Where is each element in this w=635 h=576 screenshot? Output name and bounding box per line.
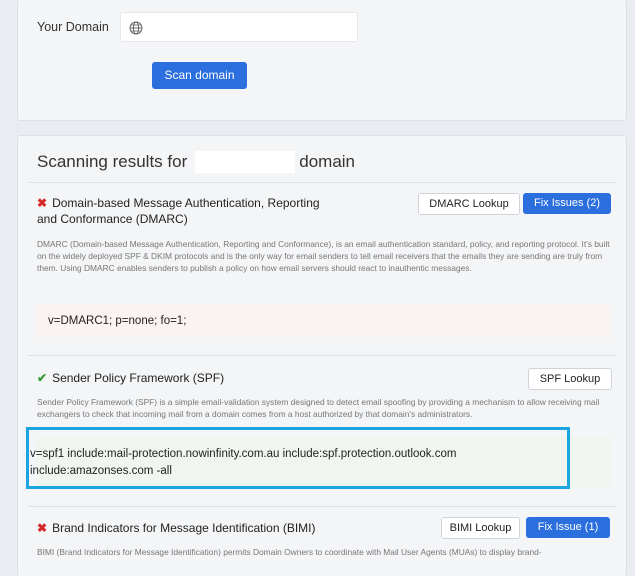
dmarc-fix-issues-button[interactable]: Fix Issues (2) [523,193,611,214]
spf-record-line-1: v=spf1 include:mail-protection.nowinfini… [30,448,457,460]
checkmark-icon: ✔ [37,371,48,385]
spf-record-line-2: include:amazonses.com -all [30,465,172,477]
divider [28,182,616,183]
scan-form-card: Your Domain Scan domain [17,0,627,121]
bimi-lookup-button[interactable]: BIMI Lookup [441,517,520,539]
spf-title: ✔ Sender Policy Framework (SPF) [37,371,225,385]
results-title: Scanning results for domain [37,151,355,173]
domain-input[interactable] [120,12,358,42]
results-card: Scanning results for domain ✖ Domain-base… [17,135,627,576]
dmarc-record: v=DMARC1; p=none; fo=1; [36,305,610,337]
divider [28,355,616,356]
spf-lookup-button[interactable]: SPF Lookup [528,368,612,390]
results-title-prefix: Scanning results for [37,152,188,171]
spf-record-box [36,437,610,487]
x-mark-icon: ✖ [37,196,48,210]
spf-description: Sender Policy Framework (SPF) is a simpl… [37,397,600,419]
bimi-title: ✖ Brand Indicators for Message Identifica… [37,521,316,535]
bimi-fix-issue-button[interactable]: Fix Issue (1) [526,517,610,538]
globe-icon [129,21,143,35]
scan-domain-button[interactable]: Scan domain [152,62,247,89]
divider [28,506,616,507]
dmarc-description: DMARC (Domain-based Message Authenticati… [37,239,610,273]
dmarc-title: ✖ Domain-based Message Authentication, Re… [37,196,320,226]
results-title-suffix: domain [299,152,356,171]
x-mark-icon: ✖ [37,521,48,535]
redacted-domain [195,151,296,173]
dmarc-lookup-button[interactable]: DMARC Lookup [418,193,520,215]
domain-label: Your Domain [37,20,109,34]
bimi-description: BIMI (Brand Indicators for Message Ident… [37,547,542,557]
